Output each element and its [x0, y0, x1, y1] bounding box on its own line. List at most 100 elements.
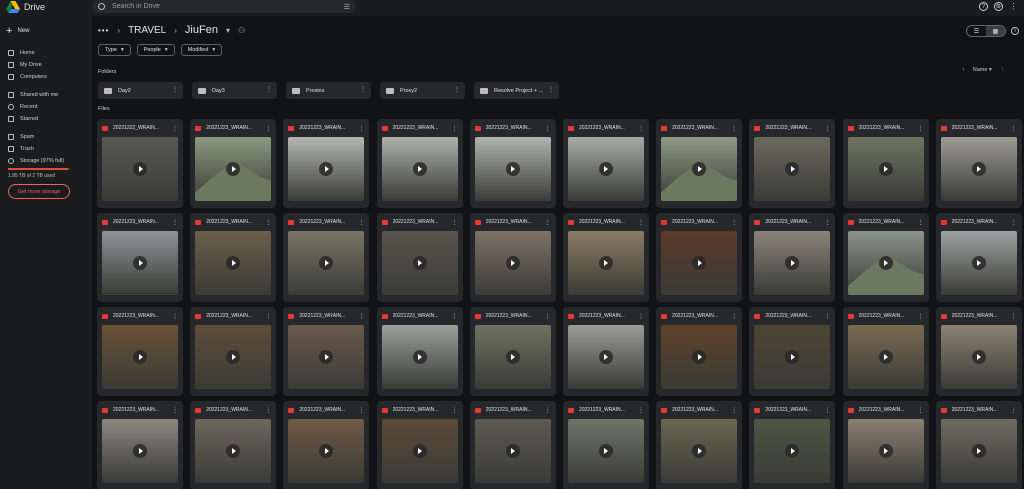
- play-icon[interactable]: [412, 162, 427, 176]
- video-thumbnail[interactable]: [754, 231, 831, 295]
- more-options-icon[interactable]: ⋮: [638, 407, 644, 414]
- more-options-icon[interactable]: ⋮: [1011, 407, 1017, 414]
- video-thumbnail[interactable]: [754, 325, 831, 389]
- file-card[interactable]: 20221223_WRAIN... ⋮: [376, 119, 463, 208]
- video-thumbnail[interactable]: [102, 325, 178, 389]
- play-icon[interactable]: [319, 444, 334, 458]
- sidebar-item-my-drive[interactable]: My Drive: [8, 62, 42, 68]
- file-card[interactable]: 20221223_WRAIN... ⋮: [283, 213, 370, 302]
- more-options-icon[interactable]: ⋮: [172, 86, 178, 93]
- more-options-icon[interactable]: ⋮: [918, 219, 924, 226]
- more-options-icon[interactable]: ⋮: [824, 125, 830, 132]
- filter-people[interactable]: People ▾: [136, 44, 175, 56]
- more-options-icon[interactable]: ⋮: [638, 125, 644, 132]
- shared-folder-icon[interactable]: ⚇: [238, 26, 245, 35]
- play-icon[interactable]: [785, 444, 800, 458]
- filter-type[interactable]: Type ▾: [98, 44, 131, 56]
- play-icon[interactable]: [785, 162, 800, 176]
- video-thumbnail[interactable]: [195, 231, 272, 295]
- file-card[interactable]: 20221223_WRAIN... ⋮: [469, 401, 556, 489]
- new-button[interactable]: + New: [6, 24, 40, 38]
- play-icon[interactable]: [133, 444, 147, 458]
- more-options-icon[interactable]: ⋮: [731, 219, 737, 226]
- more-options-icon[interactable]: ⋮: [265, 219, 271, 226]
- video-thumbnail[interactable]: [567, 325, 644, 389]
- video-thumbnail[interactable]: [847, 137, 924, 201]
- play-icon[interactable]: [133, 256, 147, 270]
- video-thumbnail[interactable]: [102, 231, 178, 295]
- more-options-icon[interactable]: ⋮: [358, 313, 364, 320]
- more-options-icon[interactable]: ⋮: [545, 407, 551, 414]
- file-card[interactable]: 20221223_WRAIN... ⋮: [190, 307, 277, 396]
- sidebar-item-spam[interactable]: Spam: [8, 134, 34, 140]
- more-options-icon[interactable]: ⋮: [172, 125, 178, 132]
- play-icon[interactable]: [412, 350, 427, 364]
- file-card[interactable]: 20221223_WRAIN... ⋮: [469, 119, 556, 208]
- breadcrumb-current[interactable]: JiuFen: [185, 24, 218, 36]
- video-thumbnail[interactable]: [567, 419, 644, 483]
- play-icon[interactable]: [878, 444, 893, 458]
- more-options-icon[interactable]: ⋮: [1011, 313, 1017, 320]
- play-icon[interactable]: [878, 162, 893, 176]
- video-thumbnail[interactable]: [940, 419, 1017, 483]
- more-options-icon[interactable]: ⋮: [1011, 125, 1017, 132]
- play-icon[interactable]: [319, 350, 334, 364]
- play-icon[interactable]: [878, 256, 893, 270]
- video-thumbnail[interactable]: [381, 137, 458, 201]
- sidebar-item-computers[interactable]: Computers: [8, 74, 47, 80]
- more-options-icon[interactable]: ⋮: [824, 313, 830, 320]
- video-thumbnail[interactable]: [754, 419, 831, 483]
- more-options-icon[interactable]: ⋮: [172, 407, 178, 414]
- file-card[interactable]: 20221223_WRAIN... ⋮: [97, 307, 183, 396]
- play-icon[interactable]: [692, 350, 707, 364]
- more-options-icon[interactable]: ⋮: [358, 125, 364, 132]
- folder-card[interactable]: Day3 ⋮: [192, 82, 277, 99]
- more-options-icon[interactable]: ⋮: [731, 125, 737, 132]
- file-card[interactable]: 20221223_WRAIN... ⋮: [749, 213, 836, 302]
- file-card[interactable]: 20221223_WRAIN... ⋮: [656, 307, 743, 396]
- more-options-icon[interactable]: ⋮: [545, 313, 551, 320]
- more-options-icon[interactable]: ⋮: [731, 313, 737, 320]
- video-thumbnail[interactable]: [381, 325, 458, 389]
- play-icon[interactable]: [971, 350, 986, 364]
- video-thumbnail[interactable]: [847, 231, 924, 295]
- file-card[interactable]: 20221223_WRAIN... ⋮: [842, 119, 929, 208]
- video-thumbnail[interactable]: [381, 419, 458, 483]
- info-icon[interactable]: i: [1011, 27, 1019, 35]
- more-options-icon[interactable]: ⋮: [452, 407, 458, 414]
- file-card[interactable]: 20221223_WRAIN... ⋮: [469, 213, 556, 302]
- more-options-icon[interactable]: ⋮: [358, 219, 364, 226]
- video-thumbnail[interactable]: [567, 137, 644, 201]
- sort-direction-icon[interactable]: ↑: [962, 67, 965, 73]
- file-card[interactable]: 20221223_WRAIN... ⋮: [656, 213, 743, 302]
- more-options-icon[interactable]: ⋮: [731, 407, 737, 414]
- play-icon[interactable]: [133, 162, 147, 176]
- file-card[interactable]: 20221223_WRAIN... ⋮: [283, 307, 370, 396]
- file-card[interactable]: 20221223_WRAIN... ⋮: [283, 401, 370, 489]
- play-icon[interactable]: [412, 256, 427, 270]
- file-card[interactable]: 20221223_WRAIN... ⋮: [562, 401, 649, 489]
- file-card[interactable]: 20221223_WRAIN... ⋮: [656, 119, 743, 208]
- file-card[interactable]: 20221223_WRAIN... ⋮: [749, 119, 836, 208]
- search-input[interactable]: [112, 1, 312, 12]
- grid-view-icon[interactable]: ▦: [986, 26, 1005, 36]
- play-icon[interactable]: [412, 444, 427, 458]
- play-icon[interactable]: [971, 256, 986, 270]
- play-icon[interactable]: [598, 256, 613, 270]
- more-options-icon[interactable]: ⋮: [172, 219, 178, 226]
- video-thumbnail[interactable]: [847, 419, 924, 483]
- folder-card[interactable]: Proxy2 ⋮: [380, 82, 465, 99]
- more-options-icon[interactable]: ⋮: [452, 125, 458, 132]
- play-icon[interactable]: [505, 162, 520, 176]
- file-card[interactable]: 20221223_WRAIN... ⋮: [935, 307, 1022, 396]
- more-options-icon[interactable]: ⋮: [265, 407, 271, 414]
- video-thumbnail[interactable]: [940, 325, 1017, 389]
- file-card[interactable]: 20221223_WRAIN... ⋮: [97, 401, 183, 489]
- file-card[interactable]: 20221223_WRAIN... ⋮: [190, 213, 277, 302]
- file-card[interactable]: 20221223_WRAIN... ⋮: [376, 307, 463, 396]
- video-thumbnail[interactable]: [474, 419, 551, 483]
- more-options-icon[interactable]: ⋮: [638, 313, 644, 320]
- play-icon[interactable]: [319, 256, 334, 270]
- file-card[interactable]: 20221223_WRAIN... ⋮: [749, 307, 836, 396]
- play-icon[interactable]: [505, 444, 520, 458]
